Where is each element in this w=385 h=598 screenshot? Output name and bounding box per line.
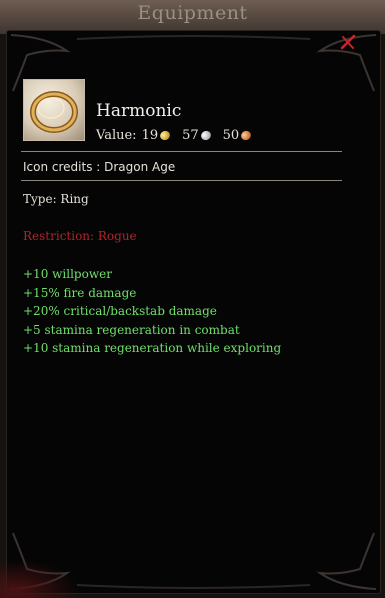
icon-credits: Icon credits : Dragon Age: [23, 160, 176, 174]
item-bonus-list: +10 willpower +15% fire damage +20% crit…: [23, 265, 281, 358]
bonus-line: +10 willpower: [23, 267, 112, 281]
silver-coin-icon: [199, 129, 213, 142]
bonus-line: +15% fire damage: [23, 285, 137, 300]
close-icon: [340, 34, 356, 50]
ring-icon: [23, 79, 85, 141]
decorative-stain: [0, 560, 80, 598]
gold-amount: 19: [141, 128, 159, 143]
bonus-line: +10 stamina regeneration while exploring: [23, 341, 282, 356]
item-type: Type: Ring: [23, 192, 89, 206]
silver-amount: 57: [182, 128, 199, 143]
value-label: Value:: [96, 128, 137, 143]
copper-coin-icon: [239, 129, 253, 142]
bonus-line: +20% critical/backstab damage: [23, 304, 217, 319]
item-value: Value: 19 57 50: [96, 128, 263, 143]
close-button[interactable]: [339, 33, 357, 51]
item-name: Harmonic: [96, 101, 182, 121]
divider: [21, 151, 342, 152]
bonus-line: +5 stamina regeneration in combat: [23, 322, 240, 337]
equipment-window: Equipment Harmonic Value: 19 57 50 Icon …: [0, 0, 385, 598]
window-title: Equipment: [137, 2, 248, 24]
gold-coin-icon: [158, 129, 172, 142]
window-header: Equipment: [0, 0, 385, 34]
copper-amount: 50: [222, 128, 240, 143]
divider: [21, 180, 342, 181]
item-restriction: Restriction: Rogue: [23, 229, 137, 243]
